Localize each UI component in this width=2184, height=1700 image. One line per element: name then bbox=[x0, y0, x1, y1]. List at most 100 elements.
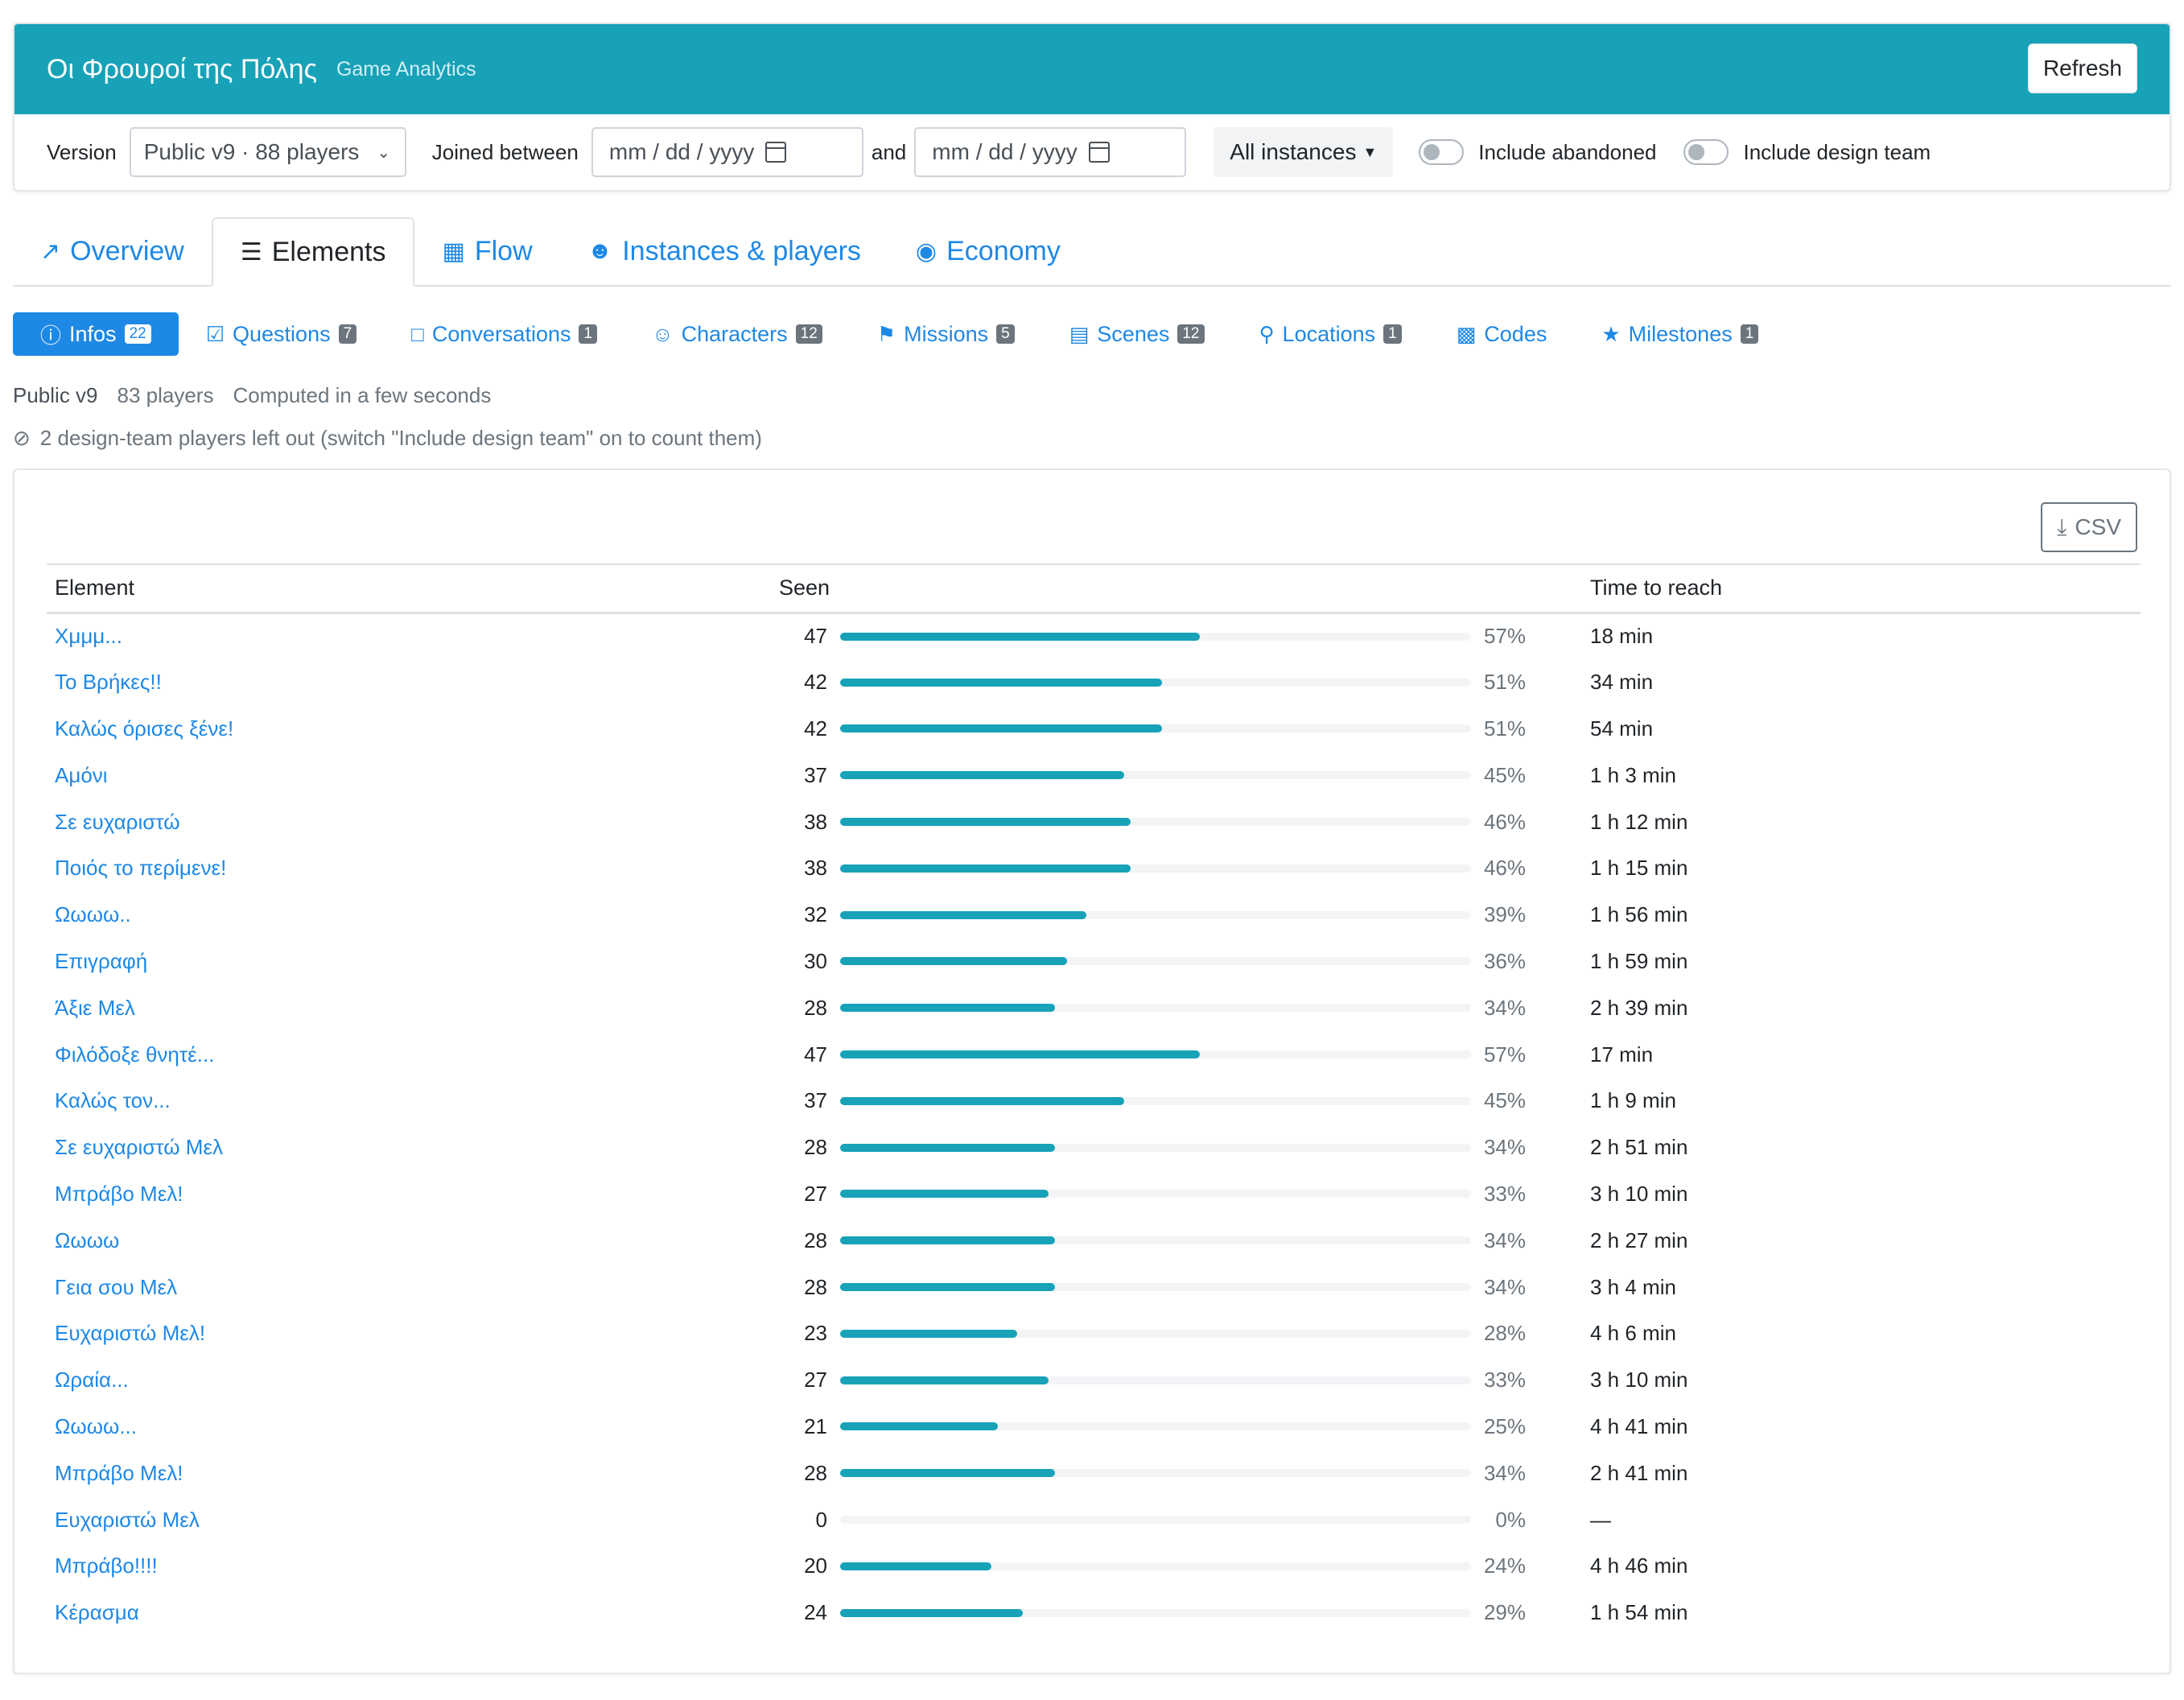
element-link[interactable]: Ωραία... bbox=[55, 1368, 129, 1392]
seen-progress-bar bbox=[840, 1283, 1471, 1292]
subtab-locations[interactable]: ⚲ Locations 1 bbox=[1232, 312, 1429, 356]
table-row: Κέρασμα 24 29% 1 h 54 min bbox=[47, 1590, 2141, 1636]
header-seen[interactable]: Seen bbox=[771, 563, 1582, 614]
element-cell: Αμόνι bbox=[47, 752, 771, 798]
subtab-characters[interactable]: ☺ Characters 12 bbox=[624, 312, 850, 356]
element-link[interactable]: Σε ευχαριστώ Μελ bbox=[55, 1135, 223, 1159]
seen-progress-fill bbox=[840, 864, 1131, 873]
include-design-toggle[interactable] bbox=[1683, 139, 1729, 165]
time-cell: 1 h 15 min bbox=[1582, 845, 2141, 892]
time-cell: 1 h 59 min bbox=[1582, 939, 2141, 985]
seen-progress-fill bbox=[840, 724, 1162, 733]
element-link[interactable]: Ωωωω... bbox=[55, 1414, 137, 1438]
seen-wrapper: 38 46% bbox=[779, 856, 1574, 881]
time-cell: 2 h 51 min bbox=[1582, 1124, 2141, 1171]
tab-overview[interactable]: ↗ Overview bbox=[13, 217, 212, 285]
time-cell: 4 h 6 min bbox=[1582, 1310, 2141, 1357]
subtab-label: Codes bbox=[1484, 321, 1547, 346]
seen-count: 37 bbox=[804, 762, 827, 787]
tab-flow-label: Flow bbox=[474, 235, 533, 266]
seen-cell: 47 57% bbox=[771, 1031, 1582, 1078]
seen-progress-bar bbox=[840, 678, 1471, 687]
header-time[interactable]: Time to reach bbox=[1582, 563, 2141, 614]
seen-count: 38 bbox=[804, 809, 827, 834]
app-subtitle: Game Analytics bbox=[336, 57, 476, 80]
seen-progress-bar bbox=[840, 1608, 1471, 1617]
time-cell: 3 h 10 min bbox=[1582, 1171, 2141, 1218]
seen-count: 21 bbox=[804, 1413, 827, 1438]
calendar-icon[interactable] bbox=[1088, 142, 1110, 163]
seen-count: 30 bbox=[804, 948, 827, 973]
element-link[interactable]: Ωωωω bbox=[55, 1228, 119, 1252]
time-cell: 3 h 4 min bbox=[1582, 1264, 2141, 1310]
seen-cell: 28 34% bbox=[771, 1450, 1582, 1496]
element-cell: Ωραία... bbox=[47, 1357, 771, 1404]
seen-cell: 24 29% bbox=[771, 1590, 1582, 1636]
tab-instances-players[interactable]: ☻ Instances & players bbox=[560, 217, 888, 285]
tab-flow[interactable]: ▦ Flow bbox=[414, 217, 559, 285]
refresh-button[interactable]: Refresh bbox=[2027, 43, 2137, 93]
element-cell: Γεια σου Μελ bbox=[47, 1264, 771, 1310]
and-label: and bbox=[871, 139, 907, 164]
seen-progress-bar bbox=[840, 1050, 1471, 1059]
element-link[interactable]: Μπράβο Μελ! bbox=[55, 1461, 183, 1485]
element-link[interactable]: Φιλόδοξε θνητέ... bbox=[55, 1042, 214, 1067]
time-cell: 54 min bbox=[1582, 706, 2141, 753]
seen-progress-bar bbox=[840, 1190, 1471, 1199]
time-to-reach: 4 h 6 min bbox=[1590, 1321, 1676, 1346]
element-link[interactable]: Ευχαριστώ Μελ! bbox=[55, 1321, 205, 1345]
seen-wrapper: 27 33% bbox=[779, 1182, 1574, 1207]
seen-percent: 25% bbox=[1483, 1413, 1526, 1438]
seen-percent: 46% bbox=[1483, 809, 1526, 834]
chat-icon: □ bbox=[411, 321, 424, 346]
element-link[interactable]: Άξιε Μελ bbox=[55, 996, 135, 1020]
element-link[interactable]: Καλώς τον... bbox=[55, 1088, 171, 1112]
subtab-conversations[interactable]: □ Conversations 1 bbox=[384, 312, 624, 356]
element-link[interactable]: Αμόνι bbox=[55, 763, 108, 787]
element-link[interactable]: Χμμμ... bbox=[55, 624, 122, 648]
flow-icon: ▦ bbox=[442, 237, 465, 265]
seen-progress-fill bbox=[840, 1608, 1024, 1617]
seen-cell: 37 45% bbox=[771, 1078, 1582, 1124]
element-link[interactable]: Ποιός το περίμενε! bbox=[55, 856, 226, 880]
element-link[interactable]: Γεια σου Μελ bbox=[55, 1275, 177, 1299]
element-link[interactable]: Καλώς όρισες ξένε! bbox=[55, 716, 233, 741]
element-link[interactable]: Το Βρήκες!! bbox=[55, 670, 162, 694]
time-to-reach: 3 h 10 min bbox=[1590, 1368, 1688, 1393]
tab-instances-label: Instances & players bbox=[622, 235, 861, 266]
subtab-milestones[interactable]: ★ Milestones 1 bbox=[1574, 312, 1786, 356]
seen-wrapper: 21 25% bbox=[779, 1414, 1574, 1439]
element-link[interactable]: Μπράβο Μελ! bbox=[55, 1182, 183, 1206]
time-cell: 4 h 41 min bbox=[1582, 1404, 2141, 1450]
element-link[interactable]: Σε ευχαριστώ bbox=[55, 810, 180, 834]
element-link[interactable]: Κέρασμα bbox=[55, 1600, 139, 1624]
subtab-questions[interactable]: ☑ Questions 7 bbox=[179, 312, 384, 356]
element-link[interactable]: Μπράβο!!!! bbox=[55, 1554, 158, 1578]
count-badge: 5 bbox=[996, 324, 1015, 344]
header-element[interactable]: Element bbox=[47, 563, 771, 614]
element-link[interactable]: Ωωωω.. bbox=[55, 902, 131, 926]
include-abandoned-toggle[interactable] bbox=[1419, 139, 1465, 165]
subtab-scenes[interactable]: ▤ Scenes 12 bbox=[1042, 312, 1232, 356]
element-link[interactable]: Επιγραφή bbox=[55, 949, 147, 973]
seen-count: 24 bbox=[804, 1600, 827, 1625]
subtab-missions[interactable]: ⚑ Missions 5 bbox=[850, 312, 1042, 356]
table-row: Αμόνι 37 45% 1 h 3 min bbox=[47, 752, 2141, 798]
seen-progress-bar bbox=[840, 771, 1471, 780]
subtab-label: Missions bbox=[904, 321, 989, 346]
date-from-input[interactable]: mm / dd / yyyy bbox=[591, 127, 863, 177]
element-link[interactable]: Ευχαριστώ Μελ bbox=[55, 1508, 200, 1532]
time-cell: 1 h 56 min bbox=[1582, 892, 2141, 939]
instances-dropdown[interactable]: All instances ▼ bbox=[1214, 127, 1394, 177]
date-to-input[interactable]: mm / dd / yyyy bbox=[914, 127, 1187, 177]
calendar-icon[interactable] bbox=[765, 142, 787, 163]
tab-economy[interactable]: ◉ Economy bbox=[888, 217, 1088, 285]
tab-elements[interactable]: ☰ Elements bbox=[211, 217, 415, 287]
element-cell: Φιλόδοξε θνητέ... bbox=[47, 1031, 771, 1078]
seen-percent: 39% bbox=[1483, 902, 1526, 927]
csv-download-button[interactable]: ⤓ CSV bbox=[2041, 502, 2137, 552]
subtab-codes[interactable]: ▩ Codes bbox=[1429, 312, 1575, 356]
version-select[interactable]: Public v9 · 88 players ⌄ bbox=[129, 127, 406, 177]
subtab-infos[interactable]: ⓘ Infos 22 bbox=[13, 312, 179, 356]
seen-progress-fill bbox=[840, 678, 1162, 687]
